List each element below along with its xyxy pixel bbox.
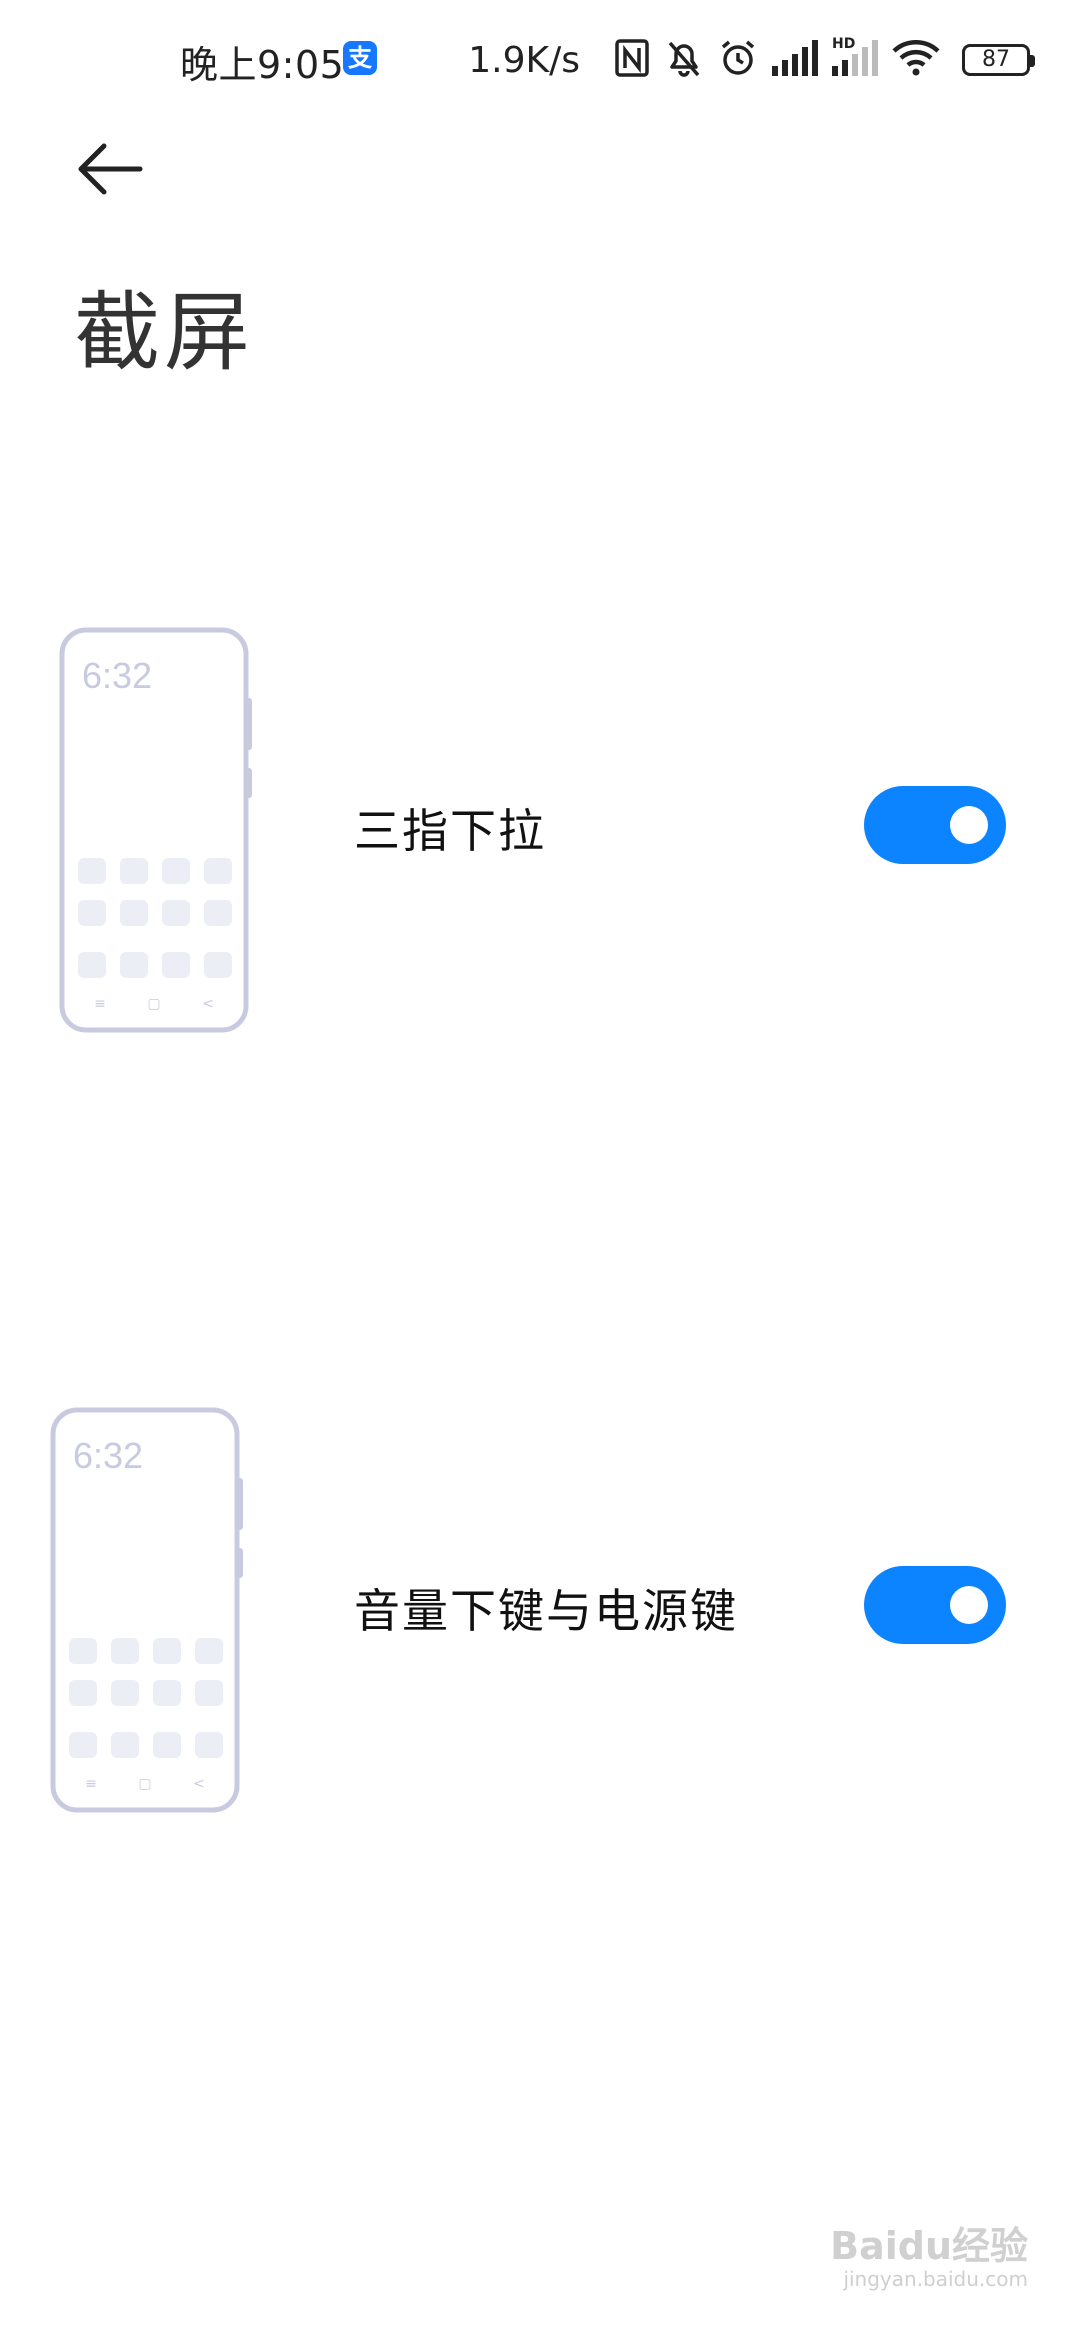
setting-label: 音量下键与电源键: [354, 1584, 738, 1638]
signal-hd-icon: HD: [832, 36, 878, 80]
toggle-knob: [950, 806, 988, 844]
illustration-back-glyph: <: [202, 996, 214, 1012]
hd-label: HD: [832, 36, 856, 52]
three-finger-swipe-toggle[interactable]: [864, 786, 1006, 864]
page-title: 截屏: [74, 283, 254, 383]
phone-illustration: 6:32 ≡ ▢ <: [49, 1406, 249, 1816]
illustration-back-glyph: <: [193, 1776, 205, 1792]
arrow-left-icon: [78, 143, 143, 195]
toggle-knob: [950, 1586, 988, 1624]
status-time: 晚上9:05: [180, 43, 345, 87]
signal-icon: [772, 40, 818, 80]
screenshot-settings-page: 晚上9:05 支 1.9K/s HD 87 截屏 6:32 ≡ ▢ < 三指下拉…: [0, 0, 1080, 2340]
illustration-menu-glyph: ≡: [94, 996, 106, 1012]
setting-row-volume-power-keys[interactable]: 6:32 ≡ ▢ < 音量下键与电源键: [0, 1400, 1080, 1820]
alipay-icon: 支: [343, 41, 377, 75]
illustration-time: 6:32: [73, 1435, 143, 1476]
status-bar: 晚上9:05 支 1.9K/s HD 87: [0, 0, 1080, 120]
net-speed: 1.9K/s: [468, 39, 580, 81]
mute-bell-icon: [664, 37, 704, 83]
wifi-icon: [892, 40, 940, 80]
setting-row-three-finger-swipe[interactable]: 6:32 ≡ ▢ < 三指下拉: [0, 620, 1080, 1040]
alarm-icon: [718, 38, 758, 82]
illustration-home-glyph: ▢: [147, 996, 160, 1012]
back-button[interactable]: [76, 138, 146, 200]
status-right-group: 1.9K/s HD 87: [468, 30, 1035, 90]
watermark-url: jingyan.baidu.com: [843, 2267, 1028, 2291]
phone-illustration: 6:32 ≡ ▢ <: [58, 626, 258, 1036]
nfc-icon: [614, 38, 650, 82]
volume-power-keys-toggle[interactable]: [864, 1566, 1006, 1644]
battery-icon: 87: [962, 44, 1035, 76]
illustration-home-glyph: ▢: [138, 1776, 151, 1792]
setting-label: 三指下拉: [354, 804, 546, 858]
baidu-watermark: Baidu经验 jingyan.baidu.com: [830, 2224, 1028, 2291]
illustration-time: 6:32: [82, 655, 152, 696]
illustration-menu-glyph: ≡: [85, 1776, 97, 1792]
watermark-brand: Baidu经验: [830, 2224, 1028, 2269]
